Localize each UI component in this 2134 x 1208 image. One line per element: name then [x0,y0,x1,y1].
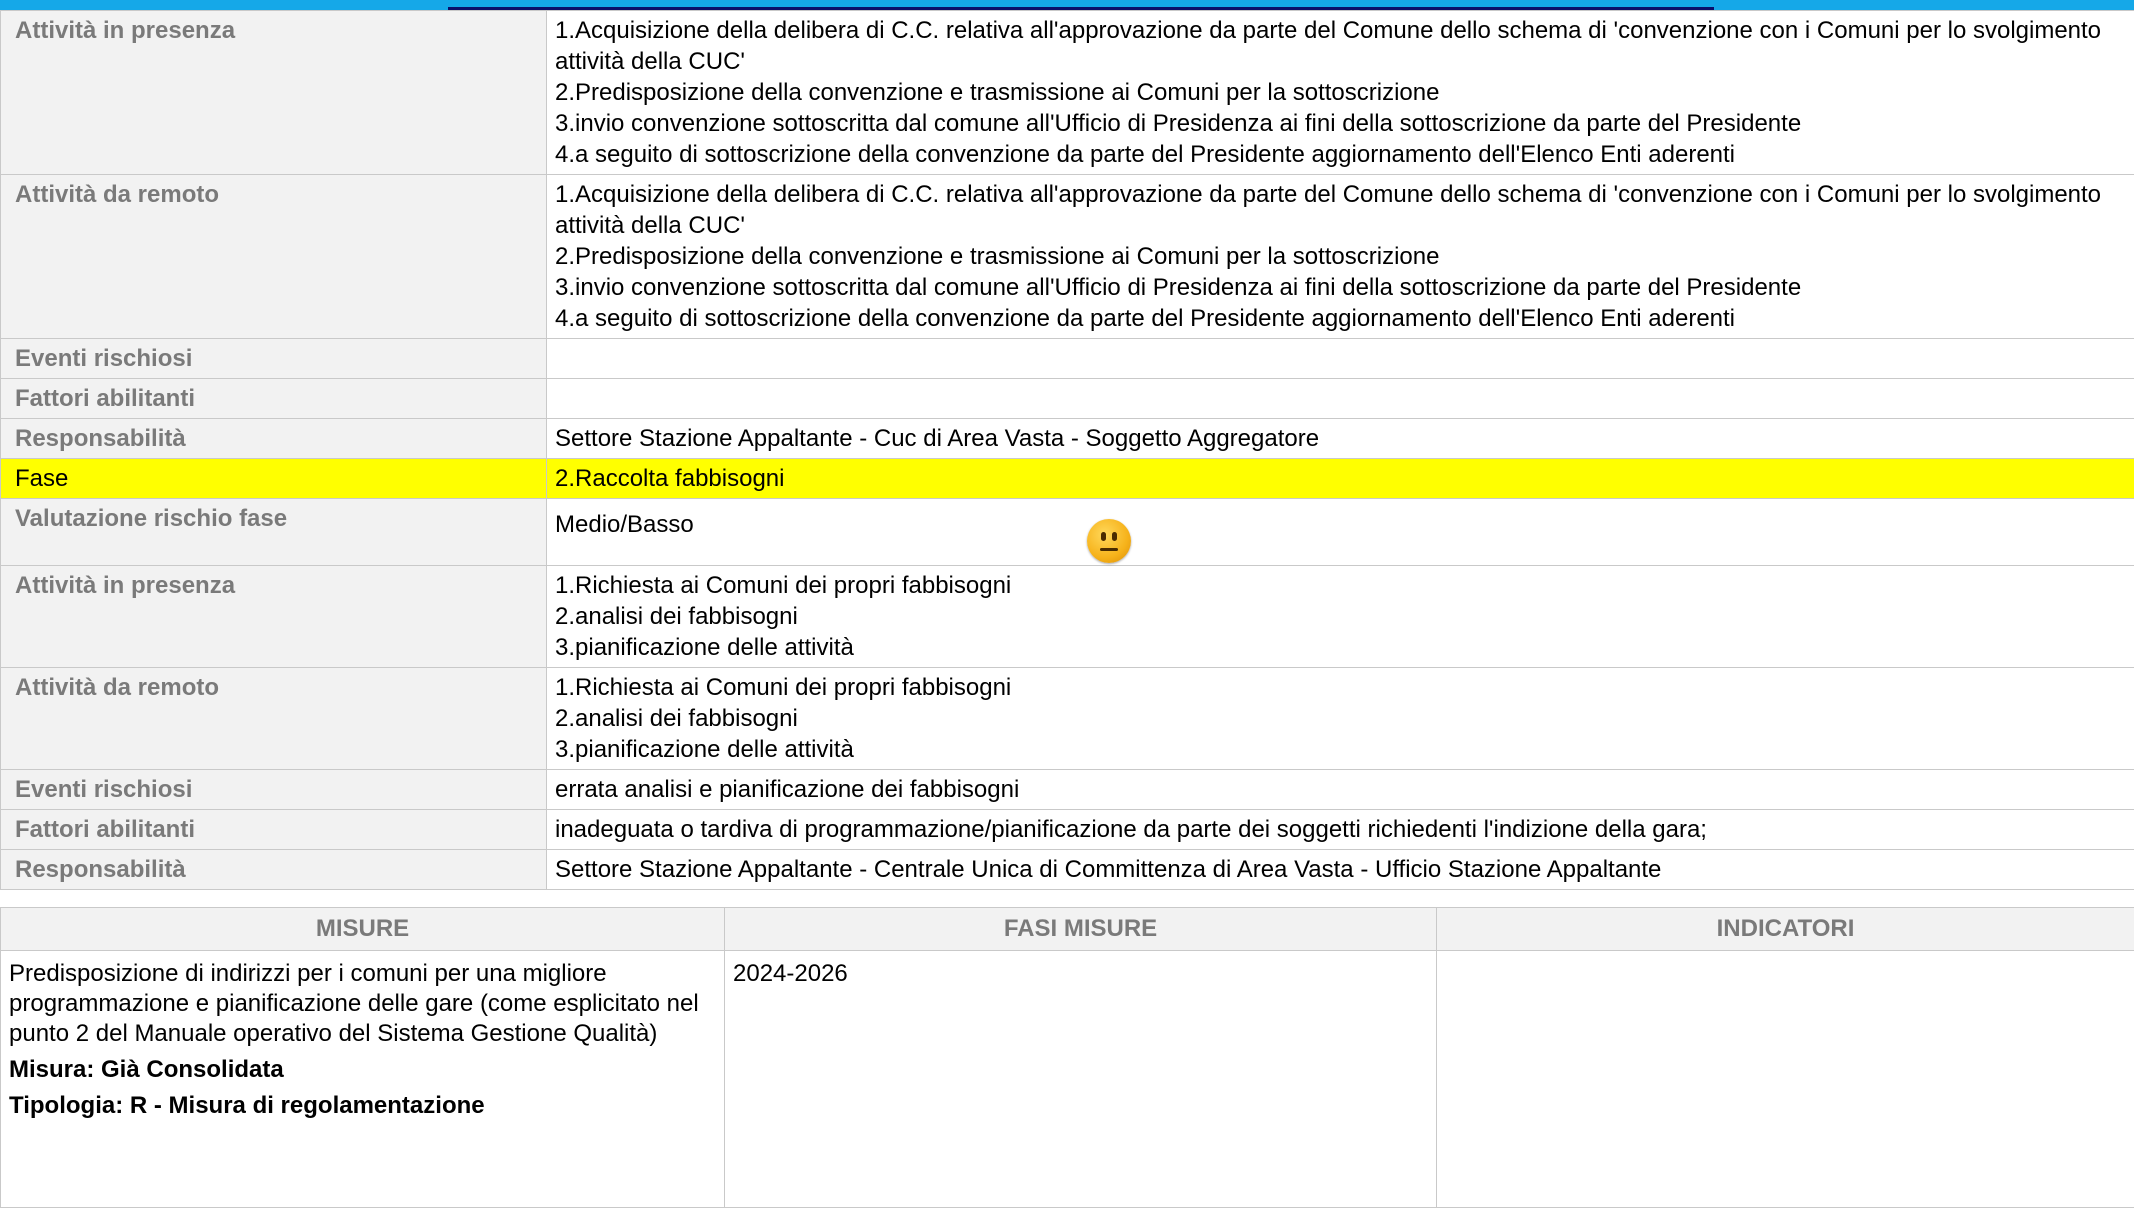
fase-label: Fase [1,459,547,499]
valutazione-label: Valutazione rischio fase [1,499,547,566]
misura-tipologia: Tipologia: R - Misura di regolamentazion… [9,1091,716,1121]
neutral-face-icon [1087,519,1131,563]
misura-cell: Predisposizione di indirizzi per i comun… [1,951,725,1208]
row-value-line: 3.invio convenzione sottoscritta dal com… [555,108,2128,139]
row-value-line: 1.Acquisizione della delibera di C.C. re… [555,179,2128,241]
row-label: Responsabilità [1,850,547,890]
row-label: Responsabilità [1,419,547,459]
row-value [547,339,2134,379]
table-row: Fattori abilitanti [1,379,2134,419]
valutazione-row: Valutazione rischio faseMedio/Basso [1,499,2134,566]
row-value-line: 3.invio convenzione sottoscritta dal com… [555,272,2128,303]
row-value: 1.Richiesta ai Comuni dei propri fabbiso… [547,668,2134,770]
row-label: Fattori abilitanti [1,379,547,419]
row-value: Settore Stazione Appaltante - Centrale U… [547,850,2134,890]
misure-table: MISURE FASI MISURE INDICATORI Predisposi… [0,907,2134,1208]
row-label: Attività da remoto [1,668,547,770]
table-row: Attività da remoto 1.Richiesta ai Comuni … [1,668,2134,770]
row-value: errata analisi e pianificazione dei fabb… [547,770,2134,810]
table-row: Eventi rischiosi [1,339,2134,379]
row-value-line: 1.Richiesta ai Comuni dei propri fabbiso… [555,570,2128,601]
fasi-cell: 2024-2026 [725,951,1437,1208]
table-row: Attività in presenza 1.Richiesta ai Comun… [1,566,2134,668]
row-value [547,379,2134,419]
row-label: Eventi rischiosi [1,339,547,379]
row-label: Attività in presenza [1,11,547,175]
row-value-line: 4.a seguito di sottoscrizione della conv… [555,139,2128,170]
misura-status: Misura: Già Consolidata [9,1055,716,1085]
row-value-line: 1.Acquisizione della delibera di C.C. re… [555,15,2128,77]
row-value: Settore Stazione Appaltante - Cuc di Are… [547,419,2134,459]
table-row: Attività in presenza1.Acquisizione della… [1,11,2134,175]
row-label: Fattori abilitanti [1,810,547,850]
indicatori-cell [1437,951,2134,1208]
row-value-line: Settore Stazione Appaltante - Cuc di Are… [555,423,2128,454]
row-value-line: Settore Stazione Appaltante - Centrale U… [555,854,2128,885]
row-value-line: 2.analisi dei fabbisogni [555,601,2128,632]
row-value: inadeguata o tardiva di programmazione/p… [547,810,2134,850]
header-indicatori: INDICATORI [1437,908,2134,951]
fase-row: Fase2.Raccolta fabbisogni [1,459,2134,499]
row-value-line: 2.Predisposizione della convenzione e tr… [555,77,2128,108]
table-row: Fattori abilitanti inadeguata o tardiva d… [1,810,2134,850]
row-value-line: 1.Richiesta ai Comuni dei propri fabbiso… [555,672,2128,703]
header-fasi-misure: FASI MISURE [725,908,1437,951]
row-label: Attività in presenza [1,566,547,668]
valutazione-value: Medio/Basso [547,499,2134,566]
row-value-line: 4.a seguito di sottoscrizione della conv… [555,303,2128,334]
misura-description: Predisposizione di indirizzi per i comun… [9,960,699,1047]
table-row: Eventi rischiosi errata analisi e pianifi… [1,770,2134,810]
row-value-line: 3.pianificazione delle attività [555,632,2128,663]
row-value: 1.Acquisizione della delibera di C.C. re… [547,11,2134,175]
top-header-bar [0,0,2134,10]
row-value-line: inadeguata o tardiva di programmazione/p… [555,814,2128,845]
row-value: 1.Acquisizione della delibera di C.C. re… [547,175,2134,339]
row-label: Attività da remoto [1,175,547,339]
row-value-line: 2.analisi dei fabbisogni [555,703,2128,734]
table-row: Responsabilità Settore Stazione Appaltant… [1,419,2134,459]
table-row: Attività da remoto1.Acquisizione della d… [1,175,2134,339]
row-value: 1.Richiesta ai Comuni dei propri fabbiso… [547,566,2134,668]
row-value-line: 3.pianificazione delle attività [555,734,2128,765]
row-value-line: 2.Predisposizione della convenzione e tr… [555,241,2128,272]
row-label: Eventi rischiosi [1,770,547,810]
risk-table: Attività in presenza1.Acquisizione della… [0,10,2134,890]
row-value-line: errata analisi e pianificazione dei fabb… [555,774,2128,805]
fase-value: 2.Raccolta fabbisogni [547,459,2134,499]
table-row: Responsabilità Settore Stazione Appaltant… [1,850,2134,890]
header-misure: MISURE [1,908,725,951]
